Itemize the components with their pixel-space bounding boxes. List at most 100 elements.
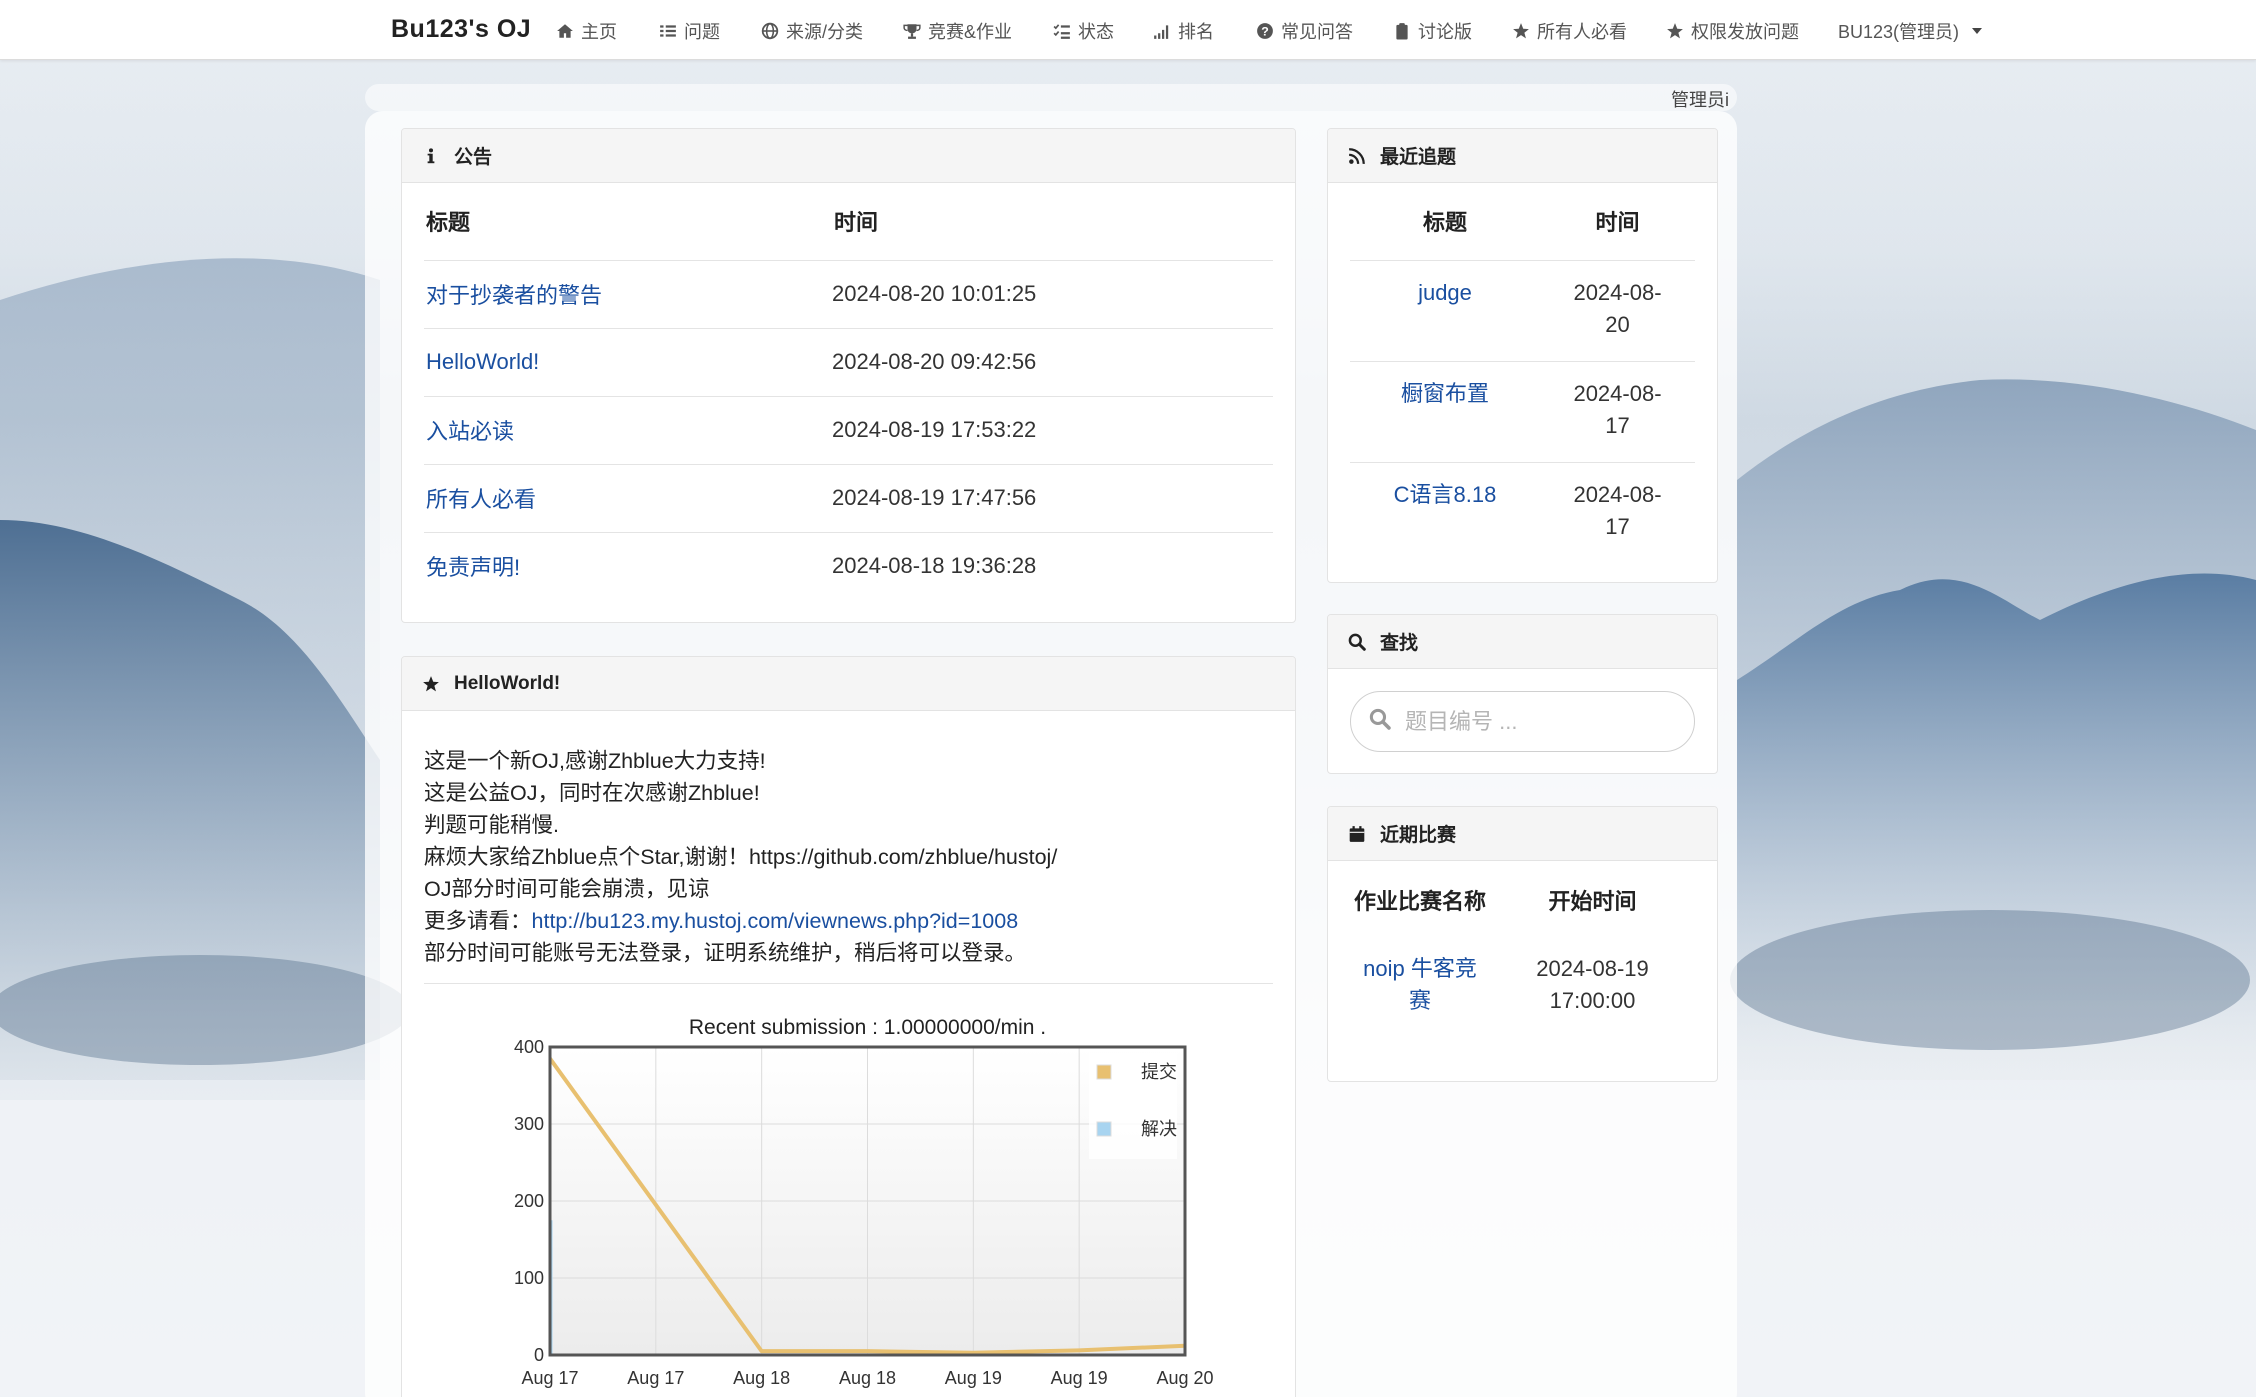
top-navbar: Bu123's OJ 主页 问题 来源/分类 竞赛&作业 状态 排名 ? 常见问… [0,0,2256,60]
chart-x-tick-label: Aug 19 [945,1368,1002,1388]
notice-link[interactable]: HelloWorld! [426,349,539,374]
contest-start-part: 17:00:00 [1549,988,1636,1013]
chart-y-tick-label: 400 [514,1037,544,1057]
user-menu[interactable]: BU123(管理员) [1838,18,1983,44]
notice-time: 2024-08-20 10:01:25 [832,260,1273,329]
notice-table: 标题 时间 对于抄袭者的警告 2024-08-20 10:01:25 Hello… [424,183,1273,600]
discussion-table: 标题 时间 judge 2024-08- 20 橱窗布置 2024-08- 17 C… [1350,183,1695,563]
chart-x-tick-label: Aug 20 [1156,1368,1213,1388]
user-menu-label: BU123(管理员) [1838,22,1960,42]
chart-legend-swatch [1096,1121,1112,1137]
nav-source-category[interactable]: 来源/分类 [761,18,863,44]
nav-ranking[interactable]: 排名 [1153,18,1214,44]
nav-must-read[interactable]: 所有人必看 [1512,18,1627,44]
nav-home-label: 主页 [581,22,617,42]
star-icon [1666,22,1684,40]
discussion-table-header: 标题 时间 [1350,183,1695,261]
contest-title: 近期比赛 [1380,825,1457,846]
calendar-icon [1348,825,1366,843]
discussion-col-time: 时间 [1540,183,1695,261]
table-row: 橱窗布置 2024-08- 17 [1350,361,1695,463]
notice-time: 2024-08-20 09:42:56 [832,328,1273,397]
search-title: 查找 [1380,633,1419,654]
problem-id-search-input[interactable] [1405,708,1675,735]
search-box [1350,691,1695,752]
contest-link[interactable]: noip 牛客竞赛 [1363,956,1477,1013]
nav-permission-label: 权限发放问题 [1691,22,1799,42]
discussion-link[interactable]: C语言8.18 [1394,482,1497,507]
chart-point-submit [1077,1348,1081,1352]
discussion-header: 最近追题 [1328,129,1717,183]
notice-title: 公告 [454,147,493,168]
table-row: 对于抄袭者的警告 2024-08-20 10:01:25 [424,260,1273,329]
chart-x-tick-label: Aug 19 [1051,1368,1108,1388]
chart-y-tick-label: 100 [514,1268,544,1288]
contest-table-header: 作业比赛名称 开始时间 [1350,861,1695,939]
chart-x-tick-label: Aug 18 [733,1368,790,1388]
notice-link[interactable]: 入站必读 [426,419,514,444]
list-icon [659,22,677,40]
table-row: 入站必读 2024-08-19 17:53:22 [424,396,1273,465]
nav-permission[interactable]: 权限发放问题 [1666,18,1799,44]
rss-icon [1348,147,1366,165]
chart-point-submit [866,1349,869,1353]
globe-icon [761,22,779,40]
contest-col-name: 作业比赛名称 [1353,889,1486,914]
clipboard-icon [1393,22,1411,40]
notice-link[interactable]: 免责声明! [426,555,520,580]
nav-discussion[interactable]: 讨论版 [1393,18,1472,44]
question-icon: ? [1256,22,1274,40]
search-header: 查找 [1328,615,1717,669]
svg-text:?: ? [1261,25,1269,39]
contest-table: 作业比赛名称 开始时间 noip 牛客竞赛 2024-08-19 17:00:00 [1350,861,1695,1017]
nav-must-read-label: 所有人必看 [1537,22,1627,42]
notice-header: 公告 [402,129,1295,183]
chart-x-tick-label: Aug 18 [839,1368,896,1388]
notice-time: 2024-08-19 17:47:56 [832,464,1273,533]
trophy-icon [903,22,921,40]
nav-source-label: 来源/分类 [786,22,864,42]
discussion-date-part: 20 [1605,311,1630,337]
chart-legend-swatch [1096,1064,1112,1080]
contest-name-part: noip 牛客竞 [1363,956,1477,981]
contest-header: 近期比赛 [1328,807,1717,861]
nav-home[interactable]: 主页 [556,18,617,44]
chart-y-tick-label: 200 [514,1191,544,1211]
marquee-text: 管理员i [1671,90,1729,110]
chart-y-tick-label: 300 [514,1114,544,1134]
nav-faq[interactable]: ? 常见问答 [1256,18,1353,44]
nav-contests[interactable]: 竞赛&作业 [903,18,1012,44]
nav-status[interactable]: 状态 [1053,18,1114,44]
notice-time: 2024-08-18 19:36:28 [832,553,1037,579]
hello-panel: HelloWorld! 这是一个新OJ,感谢Zhblue大力支持! 这是公益OJ… [401,656,1296,1397]
discussion-col-title: 标题 [1350,183,1540,261]
discussion-link[interactable]: judge [1418,280,1472,305]
chart-point-submit [654,1203,658,1207]
site-brand[interactable]: Bu123's OJ [391,15,531,44]
notice-link[interactable]: 所有人必看 [426,487,536,512]
submission-chart-area: Recent submission : 1.00000000/min . 0 100… [402,657,1295,1397]
marquee-bar: 管理员i [365,84,1737,111]
nav-ranking-label: 排名 [1178,22,1214,42]
nav-problems-label: 问题 [684,22,720,42]
star-icon [1512,22,1530,40]
nav-problems[interactable]: 问题 [659,18,720,44]
notice-col-time: 时间 [832,183,1273,261]
discussion-link[interactable]: 橱窗布置 [1401,381,1489,406]
chart-legend-label: 解决 [1141,1119,1177,1139]
notice-col-title: 标题 [424,183,832,261]
contest-name-cell: noip 牛客竞赛 [1350,939,1490,1017]
nav-status-label: 状态 [1078,22,1114,42]
notice-time: 2024-08-19 17:53:22 [832,396,1273,465]
chart-x-tick-label: Aug 17 [521,1368,578,1388]
table-row: 免责声明! 2024-08-18 19:36:28 [424,532,1273,600]
discussion-panel: 最近追题 标题 时间 judge 2024-08- 20 橱窗布置 2024-08… [1327,128,1718,583]
search-icon [1348,633,1366,651]
info-icon [422,147,440,165]
chart-legend-label: 提交 [1141,1062,1177,1082]
search-panel: 查找 [1327,614,1718,774]
nav-contests-label: 竞赛&作业 [928,22,1013,42]
chart-title: Recent submission : 1.00000000/min . [689,1016,1046,1039]
tasks-icon [1053,22,1071,40]
notice-link[interactable]: 对于抄袭者的警告 [426,283,602,308]
